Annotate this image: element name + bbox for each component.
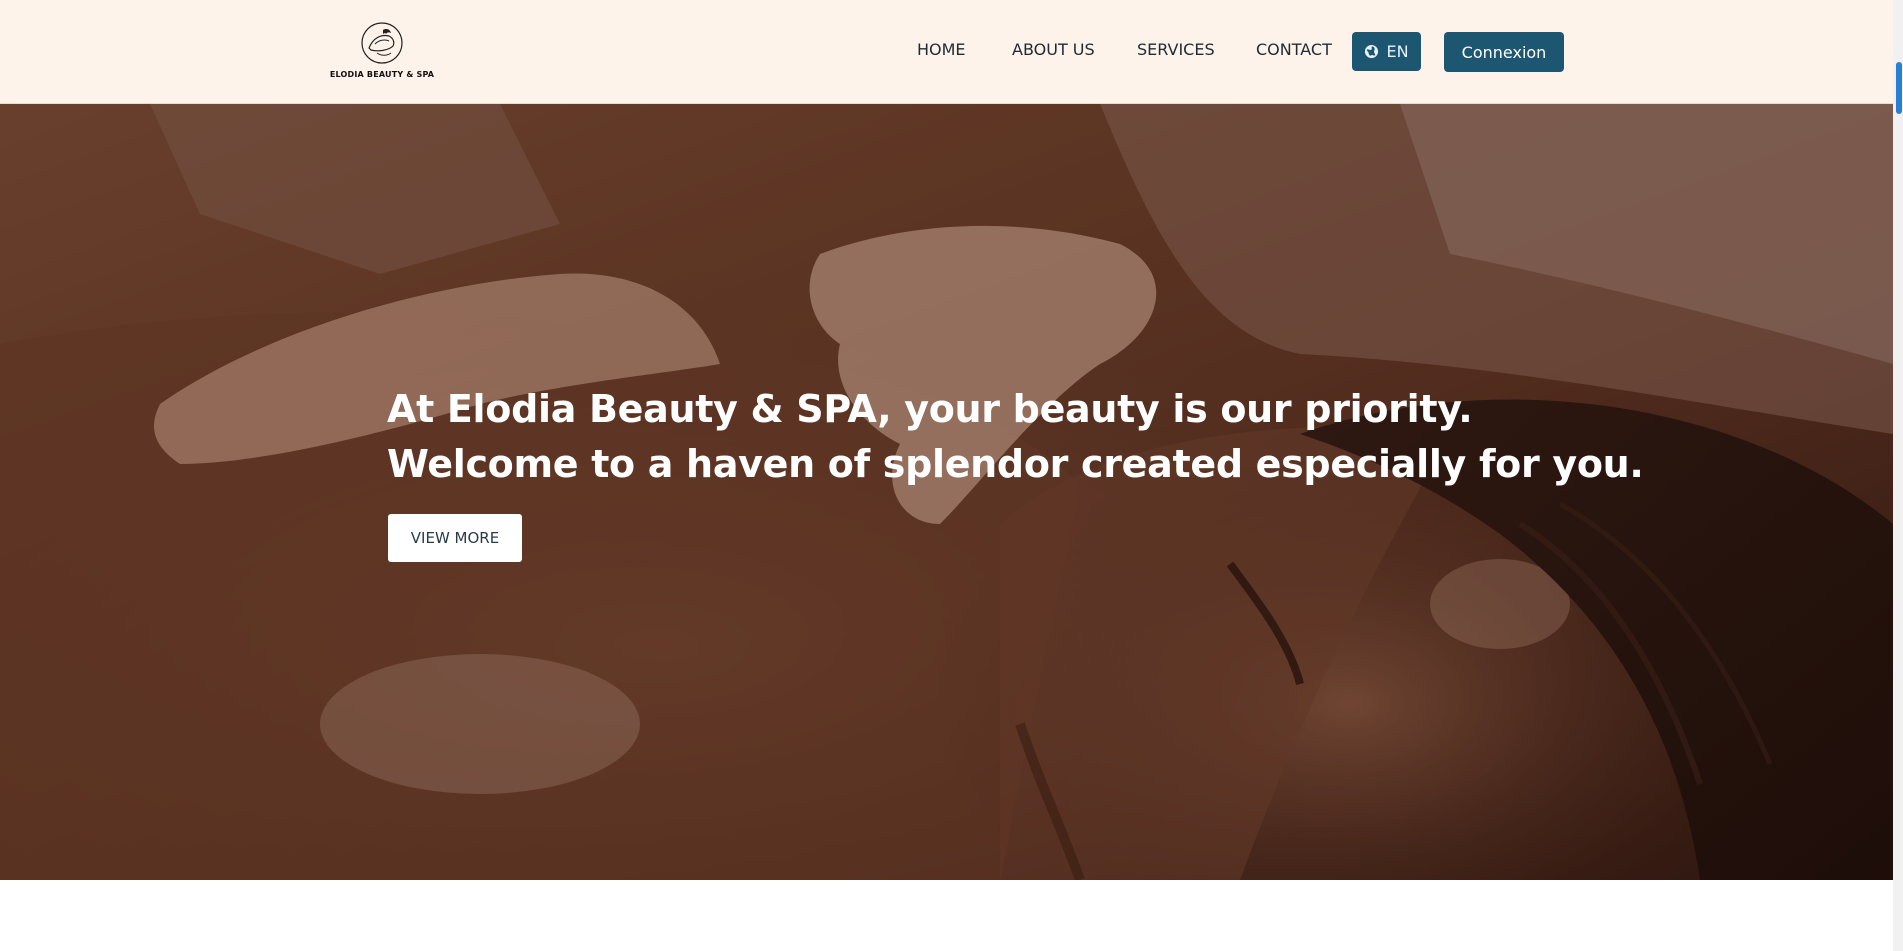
nav-about-us[interactable]: ABOUT US — [1012, 40, 1095, 59]
login-button[interactable]: Connexion — [1444, 32, 1564, 72]
view-more-button[interactable]: VIEW MORE — [388, 514, 522, 562]
next-section — [0, 880, 1893, 951]
logo-wordmark: ELODIA BEAUTY & SPA — [329, 70, 435, 79]
site-header: ELODIA BEAUTY & SPA HOME ABOUT US SERVIC… — [0, 0, 1893, 104]
hero-headline-line1: At Elodia Beauty & SPA, your beauty is o… — [387, 387, 1473, 431]
language-label: EN — [1386, 42, 1409, 61]
scrollbar-thumb[interactable] — [1896, 62, 1902, 114]
nav-contact[interactable]: CONTACT — [1256, 40, 1332, 59]
nav-home[interactable]: HOME — [917, 40, 966, 59]
brand-logo[interactable]: ELODIA BEAUTY & SPA — [330, 20, 434, 82]
page-scrollbar[interactable] — [1893, 0, 1903, 951]
globe-icon — [1365, 44, 1379, 59]
hero-headline: At Elodia Beauty & SPA, your beauty is o… — [387, 382, 1644, 492]
nav-services[interactable]: SERVICES — [1137, 40, 1215, 59]
language-selector-button[interactable]: EN — [1352, 32, 1421, 71]
hero-headline-line2: Welcome to a haven of splendor created e… — [387, 442, 1644, 486]
hero-overlay — [0, 104, 1893, 880]
hero-section: At Elodia Beauty & SPA, your beauty is o… — [0, 104, 1893, 880]
spa-logo-icon — [361, 22, 403, 64]
